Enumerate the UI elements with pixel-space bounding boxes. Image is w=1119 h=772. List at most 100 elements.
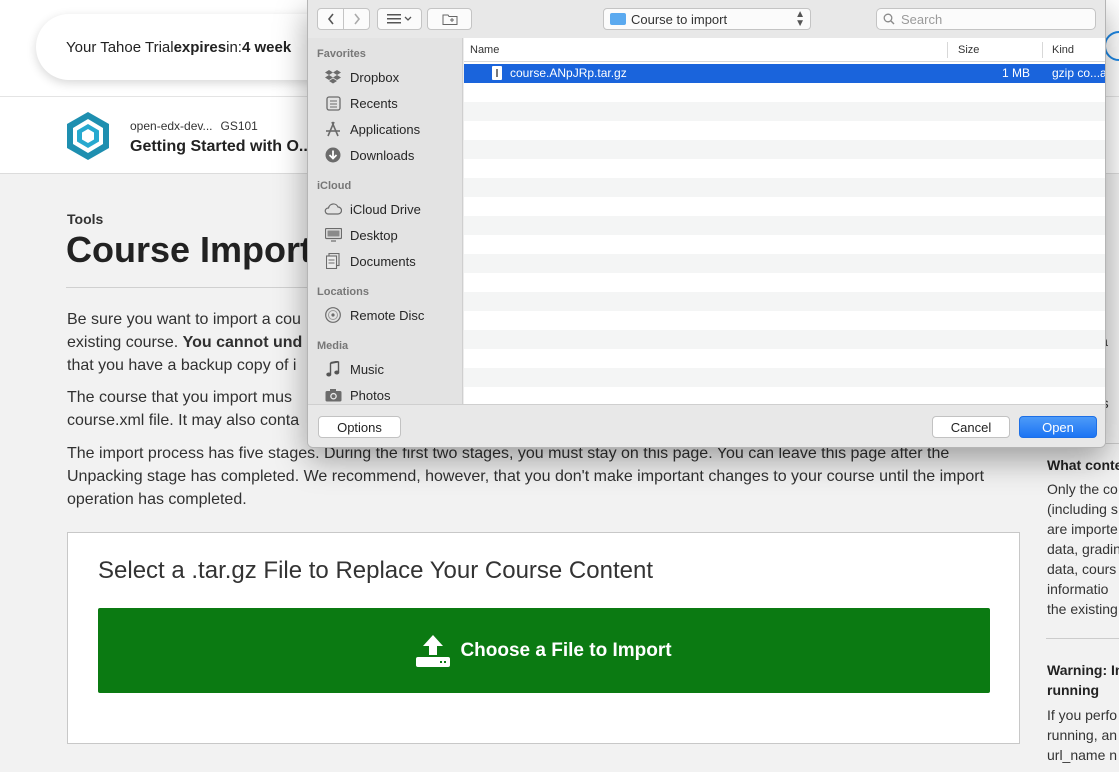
file-name: course.ANpJRp.tar.gz (510, 66, 627, 80)
search-icon (883, 13, 895, 25)
documents-icon (324, 253, 342, 269)
empty-row (464, 197, 1105, 216)
empty-row (464, 159, 1105, 178)
warning-heading: Warning: In (1047, 662, 1119, 678)
intro-line-1: Be sure you want to import a cou (67, 311, 301, 328)
warning-heading: running (1047, 682, 1100, 698)
what-content-line: are importe (1047, 521, 1118, 537)
sidebar-item-icloud-drive[interactable]: iCloud Drive (324, 198, 421, 220)
trial-duration: 4 week (241, 38, 292, 56)
chevron-left-icon (327, 13, 334, 25)
favorites-section-label: Favorites (317, 48, 366, 60)
page-title: Course Import (66, 229, 313, 270)
locations-section-label: Locations (317, 286, 369, 298)
forward-button[interactable] (343, 8, 370, 30)
trial-middle: in: (226, 38, 242, 56)
file-list-header: Name Size Kind (464, 38, 1105, 62)
disc-icon (324, 307, 342, 323)
trial-prefix: Your Tahoe Trial (66, 38, 174, 56)
sidebar-item-desktop[interactable]: Desktop (324, 224, 398, 246)
open-button[interactable]: Open (1019, 416, 1097, 438)
archive-file-icon (492, 66, 502, 80)
empty-row (464, 330, 1105, 349)
column-separator[interactable] (947, 42, 948, 58)
sidebar-item-photos[interactable]: Photos (324, 384, 390, 404)
what-content-line: data, cours (1047, 561, 1117, 577)
sidebar-item-label: Dropbox (350, 69, 400, 85)
sidebar-item-label: Photos (350, 387, 391, 403)
sidebar-item-label: iCloud Drive (350, 201, 421, 217)
warning-line: running, an (1047, 727, 1118, 743)
empty-row (464, 102, 1105, 121)
applications-icon (324, 121, 342, 137)
file-list: Name Size Kind course.ANpJRp.tar.gz 1 MB… (464, 38, 1106, 404)
file-kind: gzip co...a (1052, 66, 1106, 80)
sidebar-item-label: Documents (350, 253, 416, 269)
sidebar-item-label: Recents (350, 95, 398, 111)
empty-row (464, 387, 1105, 404)
media-section-label: Media (317, 340, 349, 352)
section-label: Tools (67, 211, 104, 227)
intro-line-3: that you have a backup copy of i (67, 357, 297, 374)
recents-icon (324, 95, 342, 111)
what-content-line: Only the co (1047, 481, 1118, 497)
empty-row (464, 140, 1105, 159)
list-view-icon (386, 14, 411, 24)
sidebar-item-recents[interactable]: Recents (324, 92, 398, 114)
what-content-heading: What conte (1047, 457, 1119, 473)
course-code: GS101 (220, 119, 258, 133)
desktop-icon (324, 227, 342, 243)
cancel-button[interactable]: Cancel (932, 416, 1010, 438)
sidebar-divider (1046, 638, 1119, 639)
sidebar-item-downloads[interactable]: Downloads (324, 144, 414, 166)
upload-panel: Select a .tar.gz File to Replace Your Co… (67, 532, 1020, 744)
column-header-kind[interactable]: Kind (1052, 44, 1074, 56)
choose-file-label: Choose a File to Import (460, 639, 672, 661)
intro-line-2: existing course. (67, 334, 183, 351)
sidebar-item-remote-disc[interactable]: Remote Disc (324, 304, 424, 326)
dropbox-icon (324, 69, 342, 85)
stages-paragraph: The import process has five stages. Duri… (67, 445, 985, 508)
open-file-dialog: Course to import ▲ ▼ Search Favorites Dro… (307, 0, 1106, 448)
chevron-right-icon (353, 13, 360, 25)
empty-row (464, 216, 1105, 235)
empty-row (464, 83, 1105, 102)
options-button[interactable]: Options (318, 416, 401, 438)
folder-icon (610, 13, 626, 25)
column-header-size[interactable]: Size (958, 44, 979, 56)
sidebar-item-dropbox[interactable]: Dropbox (324, 66, 399, 88)
location-popup[interactable]: Course to import ▲ ▼ (603, 8, 811, 30)
what-content-line: data, gradin (1047, 541, 1119, 557)
empty-row (464, 273, 1105, 292)
empty-row (464, 349, 1105, 368)
column-header-name[interactable]: Name (470, 44, 499, 56)
updown-chevron-icon: ▲ ▼ (795, 9, 805, 29)
course-title[interactable]: Getting Started with O... (130, 138, 312, 156)
empty-row (464, 178, 1105, 197)
camera-icon (324, 387, 342, 403)
course-org: open-edx-dev... (130, 119, 213, 133)
file-row[interactable]: course.ANpJRp.tar.gz 1 MB gzip co...a (464, 64, 1106, 83)
trial-expires: expires (173, 38, 227, 56)
upload-icon (416, 634, 451, 667)
column-separator[interactable] (1042, 42, 1043, 58)
back-button[interactable] (317, 8, 344, 30)
cloud-icon (324, 201, 342, 217)
sidebar-item-documents[interactable]: Documents (324, 250, 416, 272)
new-folder-icon (442, 14, 457, 25)
empty-row (464, 292, 1105, 311)
dialog-footer: Options Cancel Open (308, 404, 1105, 447)
new-folder-button[interactable] (427, 8, 472, 30)
warning-line: url_name n (1047, 747, 1118, 763)
upload-heading: Select a .tar.gz File to Replace Your Co… (98, 557, 653, 584)
search-field[interactable]: Search (876, 8, 1096, 30)
sidebar-item-applications[interactable]: Applications (324, 118, 420, 140)
empty-row (464, 235, 1105, 254)
empty-row (464, 368, 1105, 387)
view-options-button[interactable] (377, 8, 422, 30)
sidebar-item-music[interactable]: Music (324, 358, 384, 380)
what-content-line: the existing (1047, 601, 1118, 617)
downloads-icon (324, 147, 342, 163)
choose-file-button[interactable]: Choose a File to Import (98, 608, 990, 693)
open-edx-logo-icon[interactable] (66, 111, 110, 161)
